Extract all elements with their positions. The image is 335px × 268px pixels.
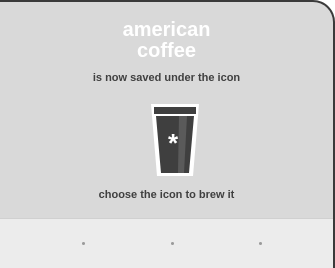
saved-message: is now saved under the icon [92, 72, 241, 84]
cup-lid [154, 107, 196, 114]
pager-dot-1[interactable] [82, 242, 85, 245]
pager-bar [0, 218, 333, 268]
drink-name-line2: coffee [137, 40, 196, 62]
pager-dot-2[interactable] [171, 242, 174, 245]
coffee-cup-icon[interactable]: * [147, 100, 203, 180]
pager-dot-3[interactable] [259, 242, 262, 245]
cup-asterisk: * [168, 128, 179, 158]
confirmation-screen: american coffee is now saved under the i… [0, 0, 335, 268]
brew-instruction: choose the icon to brew it [98, 189, 235, 201]
coffee-cup-graphic: * [151, 104, 199, 176]
drink-name-line1: american [122, 19, 211, 41]
